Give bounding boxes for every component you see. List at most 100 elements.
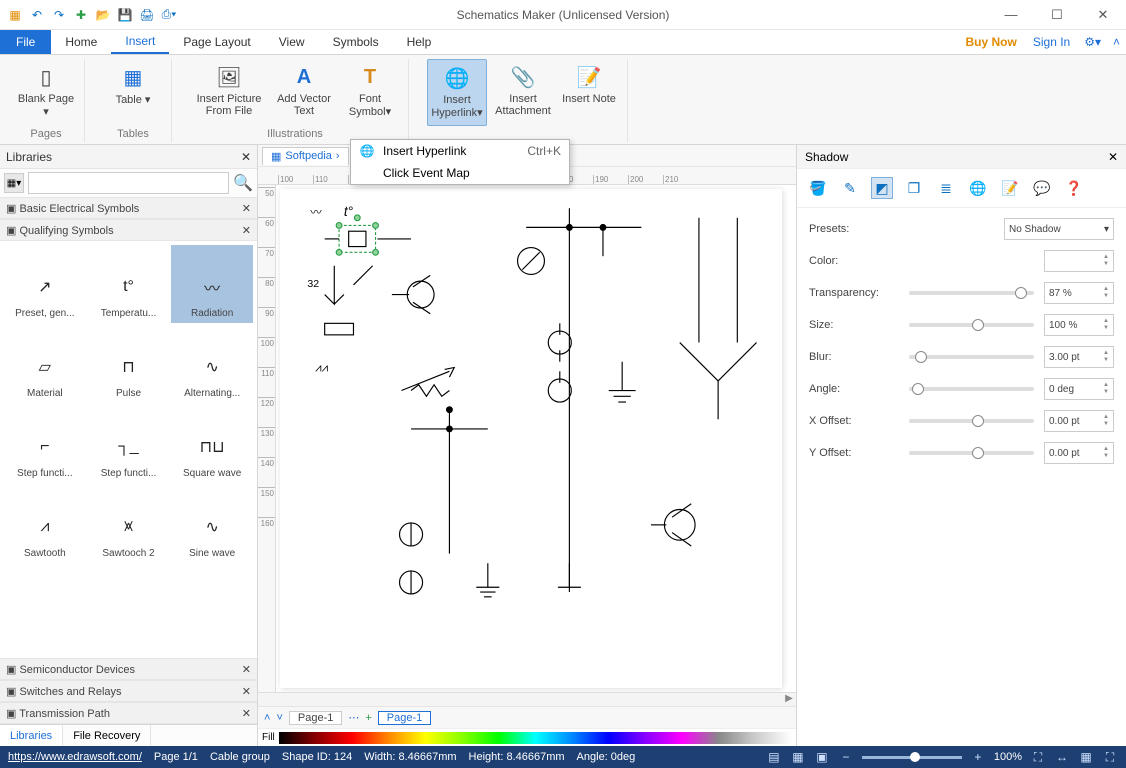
grid-icon[interactable]: ▦ [1078, 750, 1094, 764]
slider[interactable] [909, 451, 1034, 455]
layer-tool-icon[interactable]: ❐ [903, 177, 925, 199]
library-item[interactable]: ┐_Step functi... [88, 405, 170, 483]
sign-in-link[interactable]: Sign In [1025, 30, 1078, 54]
slider[interactable] [909, 323, 1034, 327]
close-icon[interactable]: ✕ [1108, 150, 1118, 164]
library-category[interactable]: ▣ Transmission Path✕ [0, 702, 257, 724]
insert-hyperlink-button[interactable]: 🌐 Insert Hyperlink▾ [427, 59, 487, 126]
insert-picture-button[interactable]: 🖼 Insert Picture From File [190, 59, 268, 126]
prop-value[interactable]: 0.00 pt▲▼ [1044, 410, 1114, 432]
library-item[interactable]: t°Temperatu... [88, 245, 170, 323]
save-icon[interactable]: 💾 [116, 6, 134, 24]
close-icon[interactable]: ✕ [242, 707, 251, 720]
search-input[interactable] [28, 172, 229, 194]
help-icon[interactable]: ❓ [1063, 177, 1085, 199]
library-item[interactable]: ⊓Pulse [88, 325, 170, 403]
edit-icon[interactable]: 📝 [999, 177, 1021, 199]
library-category[interactable]: ▣ Basic Electrical Symbols✕ [0, 197, 257, 219]
tab-help[interactable]: Help [393, 30, 446, 54]
library-item[interactable]: ⩙Sawtooch 2 [88, 485, 170, 563]
slider[interactable] [909, 419, 1034, 423]
open-icon[interactable]: 📂 [94, 6, 112, 24]
fullscreen-icon[interactable]: ⛶ [1102, 750, 1118, 765]
page-tab-1[interactable]: Page-1 [289, 711, 342, 725]
zoom-in-icon[interactable]: + [970, 750, 986, 764]
file-tab[interactable]: File [0, 30, 51, 54]
insert-attachment-button[interactable]: 📎 Insert Attachment [493, 59, 553, 126]
library-item[interactable]: ⩘Sawtooth [4, 485, 86, 563]
scroll-right-icon[interactable]: ▶ [782, 693, 796, 706]
fill-tool-icon[interactable]: 🪣 [807, 177, 829, 199]
options-icon[interactable]: ⋯ [348, 711, 359, 724]
view-mode-3-icon[interactable]: ▣ [814, 750, 830, 764]
tab-insert[interactable]: Insert [111, 30, 169, 54]
close-icon[interactable]: ✕ [242, 224, 251, 237]
library-item[interactable]: ↗Preset, gen... [4, 245, 86, 323]
library-category[interactable]: ▣ Switches and Relays✕ [0, 680, 257, 702]
library-item[interactable]: ∿Alternating... [171, 325, 253, 403]
gear-icon[interactable]: ⚙▾ [1078, 30, 1107, 54]
table-button[interactable]: ▦ Table ▾ [103, 59, 163, 126]
library-category[interactable]: ▣ Qualifying Symbols✕ [0, 219, 257, 241]
tab-home[interactable]: Home [51, 30, 111, 54]
buy-now-link[interactable]: Buy Now [958, 30, 1025, 54]
blank-page-button[interactable]: ▯ Blank Page ▾ [16, 59, 76, 126]
prop-value[interactable]: 0 deg▲▼ [1044, 378, 1114, 400]
font-symbol-button[interactable]: T Font Symbol▾ [340, 59, 400, 126]
redo-icon[interactable]: ↷ [50, 6, 68, 24]
dropdown-insert-hyperlink[interactable]: 🌐 Insert Hyperlink Ctrl+K [351, 140, 569, 162]
tab-libraries[interactable]: Libraries [0, 725, 63, 746]
close-icon[interactable]: ✕ [241, 150, 251, 164]
status-url[interactable]: https://www.edrawsoft.com/ [8, 751, 142, 763]
library-item[interactable]: ▱Material [4, 325, 86, 403]
close-icon[interactable]: ✕ [242, 685, 251, 698]
print-icon[interactable]: 🖨 [138, 6, 156, 24]
view-mode-1-icon[interactable]: ▤ [766, 750, 782, 764]
library-view-mode[interactable]: ▦▾ [4, 173, 24, 193]
zoom-slider[interactable] [862, 756, 962, 759]
maximize-button[interactable]: ☐ [1040, 4, 1074, 26]
zoom-out-icon[interactable]: − [838, 750, 854, 764]
presets-select[interactable]: No Shadow▾ [1004, 218, 1114, 240]
library-category[interactable]: ▣ Semiconductor Devices✕ [0, 658, 257, 680]
chevron-right-icon[interactable]: › [336, 150, 340, 162]
library-item[interactable]: 〰Radiation [171, 245, 253, 323]
add-page-icon[interactable]: + [365, 712, 371, 724]
library-item[interactable]: ⊓⊔Square wave [171, 405, 253, 483]
fit-width-icon[interactable]: ↔ [1054, 750, 1070, 764]
prop-value[interactable]: 3.00 pt▲▼ [1044, 346, 1114, 368]
comment-icon[interactable]: 💬 [1031, 177, 1053, 199]
library-item[interactable]: ⌐Step functi... [4, 405, 86, 483]
slider[interactable] [909, 387, 1034, 391]
export-icon[interactable]: ⎙▾ [160, 6, 178, 24]
prop-value[interactable]: 0.00 pt▲▼ [1044, 442, 1114, 464]
collapse-ribbon-icon[interactable]: ˄ [1107, 30, 1126, 54]
view-mode-2-icon[interactable]: ▦ [790, 750, 806, 764]
close-icon[interactable]: ✕ [242, 202, 251, 215]
prop-value[interactable]: 87 %▲▼ [1044, 282, 1114, 304]
canvas[interactable]: t° 〰 32 [280, 189, 782, 688]
nav-down-icon[interactable]: ˅ [276, 712, 282, 724]
shadow-tool-icon[interactable]: ◩ [871, 177, 893, 199]
undo-icon[interactable]: ↶ [28, 6, 46, 24]
tab-page-layout[interactable]: Page Layout [169, 30, 264, 54]
insert-note-button[interactable]: 📝 Insert Note [559, 59, 619, 126]
page-tab-active[interactable]: Page-1 [378, 711, 431, 725]
prop-value[interactable]: ▲▼ [1044, 250, 1114, 272]
tab-file-recovery[interactable]: File Recovery [63, 725, 151, 746]
line-tool-icon[interactable]: ✎ [839, 177, 861, 199]
search-icon[interactable]: 🔍 [233, 173, 253, 193]
color-strip[interactable] [279, 732, 792, 744]
library-item[interactable]: ∿Sine wave [171, 485, 253, 563]
dropdown-click-event-map[interactable]: Click Event Map [351, 162, 569, 184]
minimize-button[interactable]: — [994, 4, 1028, 26]
close-icon[interactable]: ✕ [242, 663, 251, 676]
tab-view[interactable]: View [265, 30, 319, 54]
globe-icon[interactable]: 🌐 [967, 177, 989, 199]
close-button[interactable]: ✕ [1086, 4, 1120, 26]
slider[interactable] [909, 355, 1034, 359]
nav-up-icon[interactable]: ˄ [264, 712, 270, 724]
new-icon[interactable]: ✚ [72, 6, 90, 24]
slider[interactable] [909, 291, 1034, 295]
align-tool-icon[interactable]: ≣ [935, 177, 957, 199]
